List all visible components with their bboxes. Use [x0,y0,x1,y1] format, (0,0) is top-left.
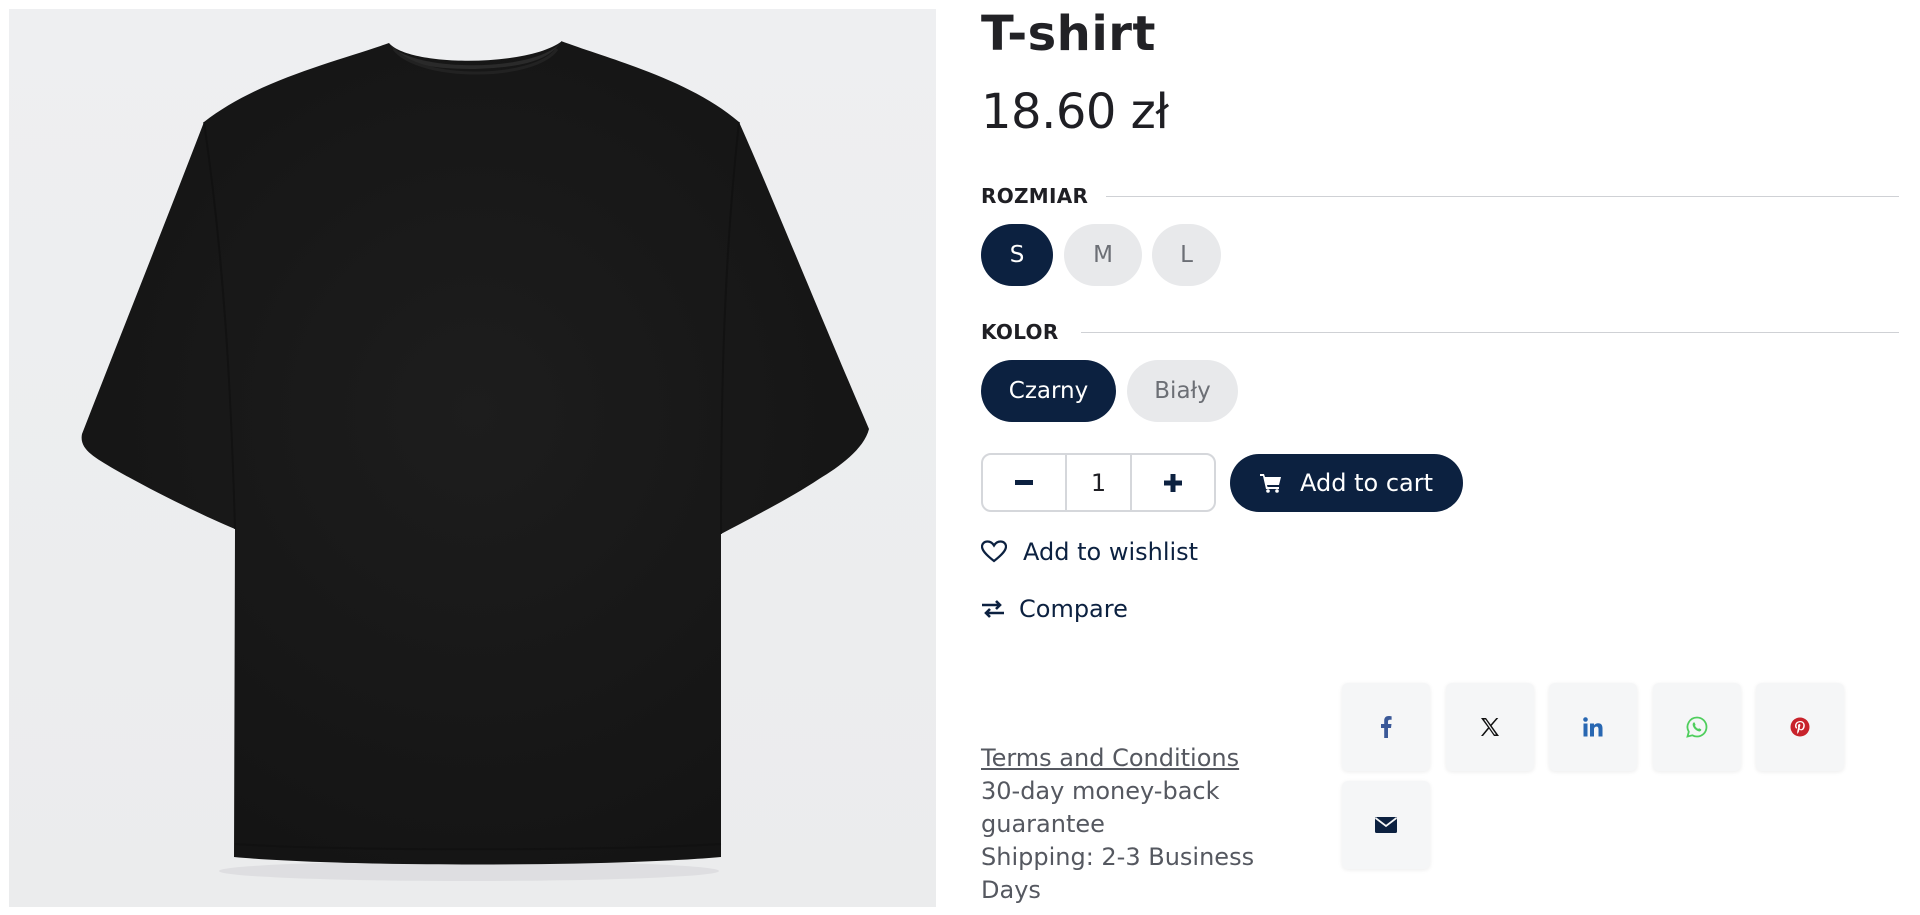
product-terms: Terms and Conditions 30-day money-back g… [981,742,1311,907]
heart-icon [981,540,1007,563]
product-image[interactable] [9,9,936,907]
size-label: ROZMIAR [981,184,1089,208]
product-page: T-shirt 18.60 zł ROZMIAR S M L KOLOR Cza… [0,0,1920,915]
share-facebook-button[interactable] [1342,683,1430,771]
size-divider [1106,196,1899,197]
add-to-cart-button[interactable]: Add to cart [1230,454,1463,512]
quantity-input[interactable] [1065,455,1132,510]
share-linkedin-button[interactable] [1549,683,1637,771]
linkedin-icon [1583,717,1603,737]
add-to-wishlist-link[interactable]: Add to wishlist [981,538,1198,566]
size-option-l[interactable]: L [1152,224,1221,286]
facebook-icon [1381,716,1392,738]
color-option-czarny[interactable]: Czarny [981,360,1116,422]
guarantee-text: 30-day money-back guarantee [981,777,1220,838]
quantity-increase-button[interactable] [1132,455,1214,510]
x-icon [1481,718,1499,736]
tshirt-image [81,41,869,881]
color-label: KOLOR [981,320,1059,344]
plus-icon [1164,473,1182,492]
email-icon [1375,817,1397,833]
shipping-text: Shipping: 2-3 Business Days [981,843,1255,904]
size-option-m[interactable]: M [1064,224,1142,286]
share-whatsapp-button[interactable] [1653,683,1741,771]
cart-icon [1260,474,1281,493]
exchange-icon [982,600,1004,618]
pinterest-icon [1790,717,1810,737]
share-x-button[interactable] [1446,683,1534,771]
color-option-bialy[interactable]: Biały [1127,360,1238,422]
compare-link[interactable]: Compare [981,595,1128,623]
product-title: T-shirt [981,6,1156,62]
compare-label: Compare [1019,595,1128,623]
share-email-button[interactable] [1342,781,1430,869]
add-to-wishlist-label: Add to wishlist [1023,538,1199,566]
color-divider [1081,332,1899,333]
quantity-decrease-button[interactable] [983,455,1065,510]
product-info: T-shirt 18.60 zł ROZMIAR S M L KOLOR Cza… [981,0,1911,915]
quantity-stepper [981,453,1216,512]
size-option-s[interactable]: S [981,224,1053,286]
product-price: 18.60 zł [981,84,1169,140]
share-pinterest-button[interactable] [1756,683,1844,771]
terms-link[interactable]: Terms and Conditions [981,744,1239,772]
add-to-cart-label: Add to cart [1300,469,1433,497]
minus-icon [1015,479,1033,485]
whatsapp-icon [1686,716,1708,738]
